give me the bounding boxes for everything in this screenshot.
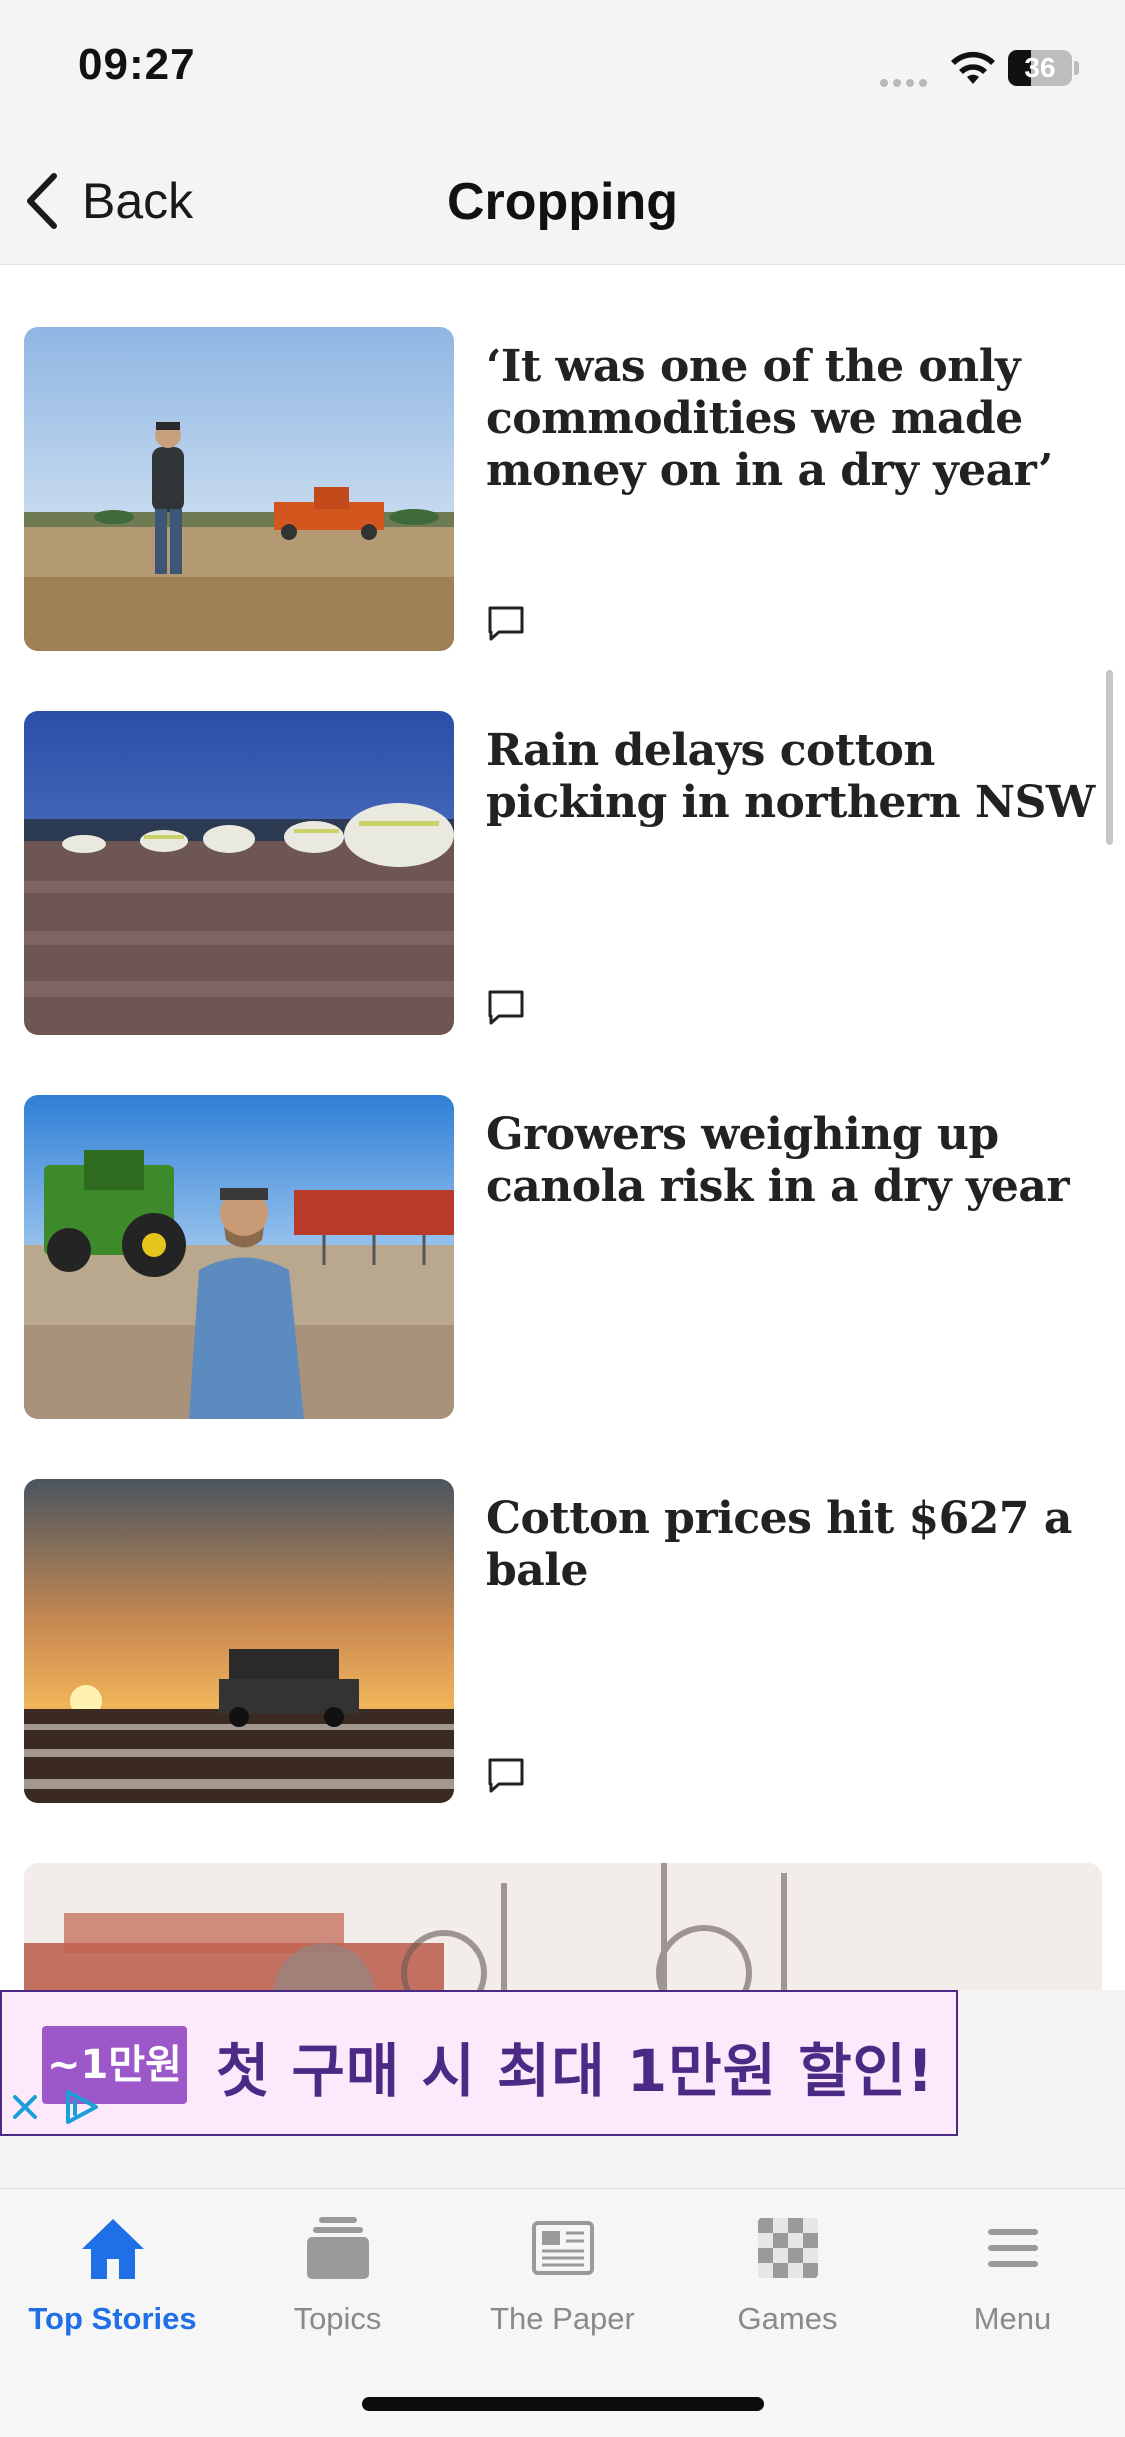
article-card[interactable]: Cotton prices hit $627 a bale <box>24 1479 1104 1803</box>
article-headline[interactable]: Cotton prices hit $627 a bale <box>486 1493 1106 1597</box>
status-time: 09:27 <box>78 40 196 89</box>
comment-icon[interactable] <box>486 987 526 1027</box>
status-bar: 09:27 36 <box>0 0 1125 140</box>
tab-menu[interactable]: Menu <box>900 2213 1125 2353</box>
topics-icon <box>306 2217 369 2279</box>
comment-icon[interactable] <box>486 603 526 643</box>
article-thumbnail[interactable] <box>24 711 454 1035</box>
tab-topics[interactable]: Topics <box>225 2213 450 2353</box>
tab-games[interactable]: Games <box>675 2213 900 2353</box>
article-headline[interactable]: Growers weighing up canola risk in a dry… <box>486 1109 1106 1213</box>
home-icon <box>81 2219 144 2279</box>
cellular-signal-icon <box>880 74 936 87</box>
ad-margin <box>0 2136 1125 2188</box>
article-thumbnail[interactable] <box>24 327 454 651</box>
article-card[interactable]: Rain delays cotton picking in northern N… <box>24 711 1104 1035</box>
tab-label: The Paper <box>490 2301 635 2336</box>
article-card[interactable]: Growers weighing up canola risk in a dry… <box>24 1095 1104 1419</box>
ad-margin <box>958 1990 1125 2136</box>
article-hero-image[interactable] <box>24 1863 1102 1990</box>
home-indicator[interactable] <box>362 2397 764 2411</box>
tab-label: Topics <box>293 2301 382 2336</box>
ad-text[interactable]: 첫 구매 시 최대 1만원 할인! <box>216 2024 934 2108</box>
menu-icon <box>987 2229 1038 2267</box>
close-icon[interactable] <box>10 2092 40 2122</box>
navigation-header: Back Cropping <box>0 140 1125 265</box>
newspaper-icon <box>531 2221 594 2275</box>
wifi-icon <box>951 51 995 84</box>
tab-label: Top Stories <box>28 2301 197 2336</box>
tab-label: Games <box>737 2301 838 2336</box>
tab-top-stories[interactable]: Top Stories <box>0 2213 225 2353</box>
ad-banner[interactable]: ~1만원 첫 구매 시 최대 1만원 할인! <box>0 1990 958 2136</box>
games-icon <box>757 2218 818 2278</box>
article-thumbnail[interactable] <box>24 1479 454 1803</box>
comment-icon[interactable] <box>486 1755 526 1795</box>
tab-the-paper[interactable]: The Paper <box>450 2213 675 2353</box>
article-headline[interactable]: ‘It was one of the only commodities we m… <box>486 341 1106 497</box>
article-list[interactable]: ‘It was one of the only commodities we m… <box>0 265 1125 1990</box>
scroll-indicator[interactable] <box>1106 670 1113 845</box>
tab-label: Menu <box>973 2301 1052 2336</box>
article-thumbnail[interactable] <box>24 1095 454 1419</box>
article-card[interactable]: ‘It was one of the only commodities we m… <box>24 327 1104 651</box>
ad-choices-icon[interactable] <box>60 2088 102 2126</box>
article-card[interactable] <box>24 1863 1102 1990</box>
battery-level: 36 <box>1024 52 1056 83</box>
article-headline[interactable]: Rain delays cotton picking in northern N… <box>486 725 1106 829</box>
battery-icon: 36 <box>1008 50 1072 86</box>
page-title: Cropping <box>446 173 679 231</box>
